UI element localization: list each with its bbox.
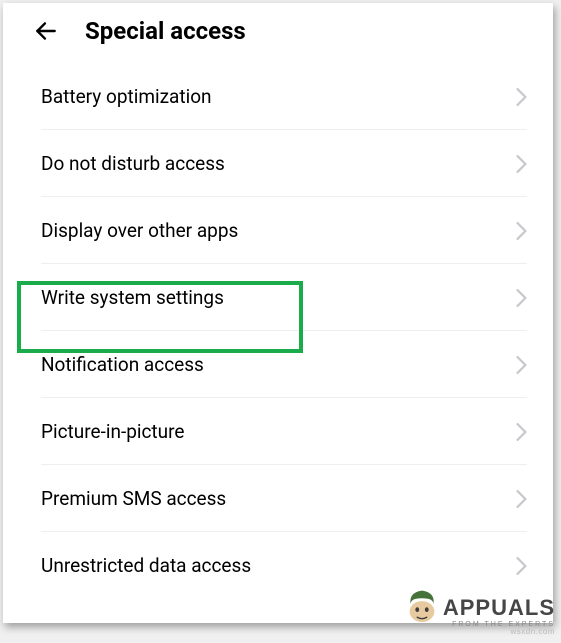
chevron-right-icon (516, 88, 527, 106)
watermark-source: wsxdn.com (443, 628, 555, 637)
item-label: Do not disturb access (41, 152, 225, 175)
item-label: Display over other apps (41, 219, 238, 242)
item-label: Picture-in-picture (41, 420, 184, 443)
item-label: Premium SMS access (41, 487, 226, 510)
watermark: APPUALS FROM THE EXPERTS wsxdn.com (443, 596, 555, 637)
item-label: Write system settings (41, 286, 224, 309)
item-display-over-other-apps[interactable]: Display over other apps (3, 197, 553, 264)
item-unrestricted-data-access[interactable]: Unrestricted data access (3, 532, 553, 599)
item-battery-optimization[interactable]: Battery optimization (3, 63, 553, 130)
back-button[interactable] (33, 18, 59, 44)
page-title: Special access (85, 17, 246, 45)
arrow-left-icon (33, 18, 59, 44)
chevron-right-icon (516, 155, 527, 173)
chevron-right-icon (516, 490, 527, 508)
item-premium-sms-access[interactable]: Premium SMS access (3, 465, 553, 532)
settings-screen: Special access Battery optimization Do n… (3, 3, 553, 623)
item-write-system-settings[interactable]: Write system settings (3, 264, 553, 331)
chevron-right-icon (516, 289, 527, 307)
chevron-right-icon (516, 557, 527, 575)
settings-list: Battery optimization Do not disturb acce… (3, 63, 553, 599)
item-label: Notification access (41, 353, 204, 376)
item-do-not-disturb-access[interactable]: Do not disturb access (3, 130, 553, 197)
header-bar: Special access (3, 3, 553, 63)
watermark-brand: APPUALS (443, 596, 555, 620)
mascot-icon (403, 583, 441, 623)
chevron-right-icon (516, 423, 527, 441)
item-picture-in-picture[interactable]: Picture-in-picture (3, 398, 553, 465)
chevron-right-icon (516, 356, 527, 374)
chevron-right-icon (516, 222, 527, 240)
item-notification-access[interactable]: Notification access (3, 331, 553, 398)
item-label: Unrestricted data access (41, 554, 251, 577)
item-label: Battery optimization (41, 85, 212, 108)
